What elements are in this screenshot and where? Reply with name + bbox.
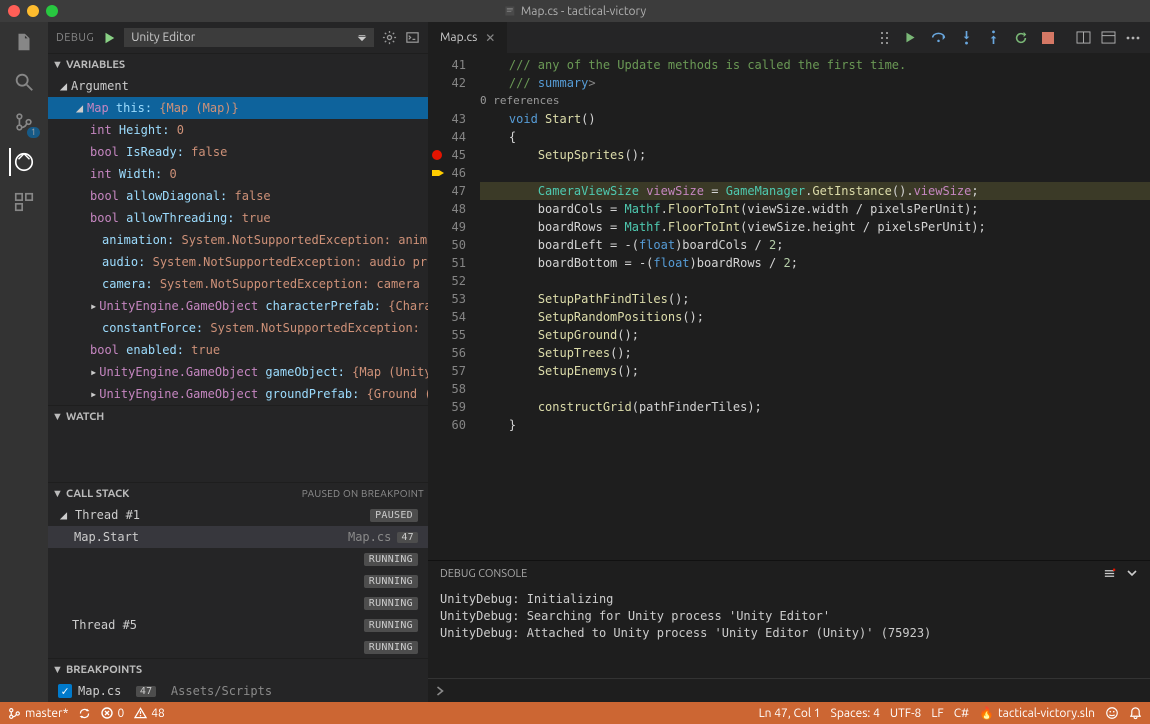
code-content[interactable]: /// any of the Update methods is called …	[480, 53, 1150, 560]
language[interactable]: C#	[954, 707, 969, 720]
tab-bar: Map.cs ✕	[428, 22, 1150, 53]
callstack-frame[interactable]: Map.Start Map.cs47	[48, 526, 428, 548]
callstack-thread[interactable]: ◢Thread #1 PAUSED	[48, 504, 428, 526]
start-debug-button[interactable]	[102, 31, 116, 45]
variable-row[interactable]: int Width: 0	[48, 163, 428, 185]
debug-console-icon[interactable]	[405, 30, 420, 45]
statusbar: master* 0 48 Ln 47, Col 1 Spaces: 4 UTF-…	[0, 702, 1150, 724]
solution[interactable]: 🔥tactical-victory.sln	[979, 706, 1095, 720]
titlebar: Map.cs - tactical-victory	[0, 0, 1150, 22]
checkbox-icon[interactable]: ✓	[58, 684, 72, 698]
debug-sidebar: DEBUG Unity Editor ▼VARIABLES ◢Argument …	[48, 22, 428, 702]
callstack-thread[interactable]: Thread #5RUNNING	[48, 614, 428, 636]
variable-row[interactable]: camera: System.NotSupportedException: ca…	[48, 273, 428, 295]
warnings-count[interactable]: 48	[134, 707, 165, 720]
breakpoints-tree: ✓ Map.cs 47 Assets/Scripts	[48, 680, 428, 702]
variable-row[interactable]: int Height: 0	[48, 119, 428, 141]
debug-label: DEBUG	[56, 32, 94, 44]
line-gutter: 4142434445464748495051525354555657585960	[428, 53, 480, 560]
search-icon[interactable]	[10, 68, 38, 96]
eol[interactable]: LF	[931, 707, 943, 720]
layout-icon[interactable]	[1101, 31, 1116, 44]
clear-console-icon[interactable]	[1103, 567, 1116, 580]
variable-row[interactable]: bool allowThreading: true	[48, 207, 428, 229]
ln-col[interactable]: Ln 47, Col 1	[759, 707, 821, 720]
window-title: Map.cs - tactical-victory	[504, 5, 646, 18]
thread-status: PAUSED	[370, 509, 418, 522]
breakpoint-glyph[interactable]	[431, 146, 447, 164]
variable-row[interactable]: ▸UnityEngine.GameObject groundPrefab: {G…	[48, 383, 428, 405]
minimize-window-icon[interactable]	[27, 5, 39, 17]
explorer-icon[interactable]	[10, 28, 38, 56]
activitybar: 1	[0, 22, 48, 702]
scm-branch[interactable]: master*	[8, 707, 68, 720]
sync-icon[interactable]	[78, 707, 91, 720]
split-editor-icon[interactable]	[1076, 31, 1091, 44]
stop-button[interactable]	[1042, 32, 1054, 44]
variable-root[interactable]: ◢Map this: {Map (Map)}	[48, 97, 428, 119]
tab-map-cs[interactable]: Map.cs ✕	[428, 22, 508, 53]
debug-toolbar	[870, 22, 1150, 53]
continue-button[interactable]	[904, 31, 917, 44]
extensions-icon[interactable]	[10, 188, 38, 216]
breakpoints-section-header[interactable]: ▼BREAKPOINTS	[48, 658, 428, 680]
variable-row[interactable]: ▸UnityEngine.GameObject gameObject: {Map…	[48, 361, 428, 383]
watch-section-header[interactable]: ▼WATCH	[48, 405, 428, 427]
debug-icon[interactable]	[9, 148, 37, 176]
editor-group: Map.cs ✕ 414243444	[428, 22, 1150, 702]
ip-glyph	[431, 164, 447, 182]
breakpoint-item[interactable]: ✓ Map.cs 47 Assets/Scripts	[48, 680, 428, 702]
callstack-thread[interactable]: RUNNING	[48, 548, 428, 570]
debug-console-input[interactable]	[428, 678, 1150, 702]
callstack-tree: ◢Thread #1 PAUSED Map.Start Map.cs47 RUN…	[48, 504, 428, 658]
step-over-button[interactable]	[931, 31, 946, 44]
callstack-thread[interactable]: RUNNING	[48, 636, 428, 658]
step-into-button[interactable]	[960, 30, 973, 45]
variable-row[interactable]: ▸UnityEngine.GameObject characterPrefab:…	[48, 295, 428, 317]
zoom-window-icon[interactable]	[46, 5, 58, 17]
variable-row[interactable]: bool IsReady: false	[48, 141, 428, 163]
editor[interactable]: 4142434445464748495051525354555657585960…	[428, 53, 1150, 560]
close-window-icon[interactable]	[8, 5, 20, 17]
gear-icon[interactable]	[382, 30, 397, 45]
debug-header: DEBUG Unity Editor	[48, 22, 428, 53]
watch-empty	[48, 427, 428, 482]
variable-row[interactable]: animation: System.NotSupportedException:…	[48, 229, 428, 251]
debug-console-header[interactable]: DEBUG CONSOLE	[428, 560, 1150, 586]
drag-handle-icon[interactable]	[880, 31, 890, 45]
variables-section-header[interactable]: ▼VARIABLES	[48, 53, 428, 75]
callstack-thread[interactable]: RUNNING	[48, 592, 428, 614]
bell-icon[interactable]	[1129, 706, 1142, 720]
callstack-section-header[interactable]: ▼CALL STACK PAUSED ON BREAKPOINT	[48, 482, 428, 504]
debug-console[interactable]: UnityDebug: InitializingUnityDebug: Sear…	[428, 586, 1150, 678]
more-icon[interactable]	[1126, 36, 1140, 40]
variable-scope[interactable]: ◢Argument	[48, 75, 428, 97]
errors-count[interactable]: 0	[101, 707, 124, 720]
scm-badge: 1	[27, 127, 40, 138]
variable-row[interactable]: bool enabled: true	[48, 339, 428, 361]
window-controls	[8, 5, 58, 17]
variable-row[interactable]: constantForce: System.NotSupportedExcept…	[48, 317, 428, 339]
variable-row[interactable]: audio: System.NotSupportedException: aud…	[48, 251, 428, 273]
close-tab-icon[interactable]: ✕	[485, 31, 495, 45]
step-out-button[interactable]	[987, 30, 1000, 45]
encoding[interactable]: UTF-8	[890, 707, 921, 720]
variable-row[interactable]: bool allowDiagonal: false	[48, 185, 428, 207]
restart-button[interactable]	[1014, 31, 1028, 45]
spaces[interactable]: Spaces: 4	[831, 707, 880, 720]
chevron-down-icon[interactable]	[1126, 567, 1138, 580]
callstack-thread[interactable]: RUNNING	[48, 570, 428, 592]
scm-icon[interactable]: 1	[10, 108, 38, 136]
debug-config-select[interactable]: Unity Editor	[124, 28, 374, 47]
variables-tree: ◢Argument ◢Map this: {Map (Map)} int Hei…	[48, 75, 428, 405]
feedback-icon[interactable]	[1105, 706, 1119, 720]
